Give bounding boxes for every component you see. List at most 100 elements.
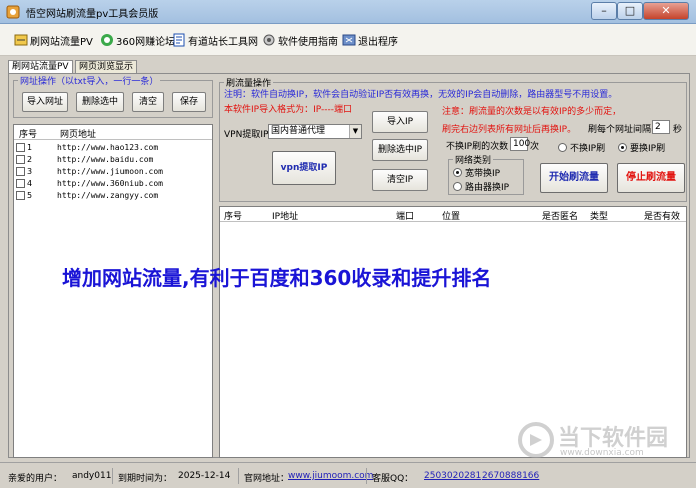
url-operations-group: 网址操作（以txt导入，一行一条） 导入网址 删除选中 清空 保存 <box>13 74 213 118</box>
watermark-sub: www.downxia.com <box>560 448 644 458</box>
toolbar-item-label: 软件使用指南 <box>278 36 338 48</box>
toolbar-item-label: 有道站长工具网 <box>188 36 258 48</box>
count-input[interactable]: 100 <box>510 137 530 151</box>
interval-input[interactable]: 2 <box>652 120 670 134</box>
row-url: http://www.jiumoon.com <box>57 167 163 176</box>
expire-label: 到期时间为： <box>118 474 173 484</box>
toolbar-item-forum[interactable]: 360网赚论坛 <box>100 32 175 48</box>
clear-urls-button[interactable]: 清空 <box>132 92 164 112</box>
radio-dot[interactable] <box>453 182 462 191</box>
col-location: 位置 <box>442 212 461 222</box>
close-button[interactable]: ✕ <box>643 2 689 20</box>
col-num: 序号 <box>19 130 38 140</box>
col-url: 网页地址 <box>60 130 97 140</box>
row-checkbox[interactable] <box>16 179 25 188</box>
qq-label: 客服QQ： <box>372 474 414 484</box>
promo-text: 增加网站流量,有利于百度和360收录和提升排名 <box>62 266 492 290</box>
save-urls-button[interactable]: 保存 <box>172 92 206 112</box>
toolbar-item-label: 刷网站流量PV <box>30 36 93 48</box>
row-url: http://www.hao123.com <box>57 143 159 152</box>
import-ip-button[interactable]: 导入IP <box>372 111 428 133</box>
row-checkbox[interactable] <box>16 143 25 152</box>
row-checkbox[interactable] <box>16 167 25 176</box>
note-attention: 注意：刷流量的次数是以有效IP的多少而定， <box>442 107 622 117</box>
radio-broadband[interactable]: 宽带换IP <box>453 166 500 179</box>
url-list[interactable]: 序号 网页地址 1 http://www.hao123.com 2 http:/… <box>13 124 213 458</box>
title-bar: 悟空网站刷流量pv工具会员版 – □ ✕ <box>0 0 696 24</box>
traffic-operations-group: 刷流量操作 注明：软件自动换IP，软件会自动验证IP否有效再换，无效的IP会自动… <box>219 76 687 202</box>
row-checkbox[interactable] <box>16 191 25 200</box>
status-divider <box>238 468 239 484</box>
row-url: http://www.360niub.com <box>57 179 163 188</box>
app-icon <box>6 5 20 19</box>
row-num: 5 <box>27 191 33 200</box>
vpn-proxy-select[interactable]: 国内普通代理 ▼ <box>268 124 362 139</box>
qq-link-1[interactable]: 2503020281 <box>424 471 481 481</box>
status-divider <box>112 468 113 484</box>
toolbar-item-traffic[interactable]: 刷网站流量PV <box>14 32 93 48</box>
toolbar-item-guide[interactable]: 软件使用指南 <box>262 32 338 48</box>
col-ip-num: 序号 <box>224 212 243 222</box>
toolbar: 刷网站流量PV 360网赚论坛 有道站长工具网 软件使用指南 退出程序 <box>0 24 696 56</box>
refresh-icon <box>14 34 28 46</box>
status-bar: 亲爱的用户： andy011 到期时间为： 2025-12-14 官网地址： w… <box>0 462 696 488</box>
toolbar-item-label: 360网赚论坛 <box>116 36 176 48</box>
row-num: 4 <box>27 179 33 188</box>
window-title: 悟空网站刷流量pv工具会员版 <box>26 9 159 20</box>
user-value: andy011 <box>72 471 112 481</box>
site-label: 官网地址： <box>244 474 290 484</box>
watermark-logo-icon <box>518 422 554 458</box>
toolbar-item-label: 退出程序 <box>358 36 398 48</box>
vpn-label: VPN提取IP <box>224 130 269 140</box>
maximize-button[interactable]: □ <box>617 2 643 20</box>
note-import-format: 本软件IP导入格式为：IP----端口 <box>224 105 352 115</box>
watermark: 当下软件园 www.downxia.com <box>510 420 680 460</box>
count-unit: 次 <box>530 142 540 152</box>
clear-ip-button[interactable]: 清空IP <box>372 169 428 191</box>
url-list-header: 序号 网页地址 <box>14 125 212 140</box>
row-url: http://www.zangyy.com <box>57 191 159 200</box>
radio-change-ip[interactable]: 要换IP刷 <box>618 141 665 154</box>
radio-dot[interactable] <box>558 143 567 152</box>
stop-traffic-button[interactable]: 停止刷流量 <box>617 163 685 193</box>
youdao-icon <box>173 33 185 47</box>
radio-router[interactable]: 路由器换IP <box>453 180 509 193</box>
radio-dot[interactable] <box>618 143 627 152</box>
status-divider <box>366 468 367 484</box>
vpn-selected-value: 国内普通代理 <box>271 126 326 136</box>
row-num: 2 <box>27 155 33 164</box>
chevron-down-icon[interactable]: ▼ <box>349 125 361 138</box>
ip-table-header: 序号 IP地址 端口 位置 是否匿名 类型 是否有效 <box>220 207 686 222</box>
delete-selected-ip-button[interactable]: 删除选中IP <box>372 139 428 161</box>
row-checkbox[interactable] <box>16 155 25 164</box>
tab-browser[interactable]: 网页浏览显示 <box>75 60 138 74</box>
qq-link-2[interactable]: 2670888166 <box>482 471 539 481</box>
radio-label: 路由器换IP <box>465 183 510 193</box>
vpn-extract-ip-button[interactable]: vpn提取IP <box>272 151 336 185</box>
toolbar-item-exit[interactable]: 退出程序 <box>342 32 398 48</box>
row-num: 1 <box>27 143 33 152</box>
minimize-button[interactable]: – <box>591 2 617 20</box>
guide-icon <box>263 34 275 46</box>
radio-dot[interactable] <box>453 168 462 177</box>
col-ip-address: IP地址 <box>272 212 299 222</box>
network-type-group: 网络类别 宽带换IP 路由器换IP <box>448 153 524 195</box>
site-link[interactable]: www.jiumoom.com <box>288 471 373 481</box>
note-auto-ip: 注明：软件自动换IP，软件会自动验证IP否有效再换，无效的IP会自动删除，路由器… <box>224 90 618 100</box>
import-urls-button[interactable]: 导入网址 <box>22 92 68 112</box>
network-type-title: 网络类别 <box>453 153 494 166</box>
toolbar-item-youdao[interactable]: 有道站长工具网 <box>172 32 258 48</box>
radio-no-ip-change[interactable]: 不换IP刷 <box>558 141 605 154</box>
delete-selected-button[interactable]: 删除选中 <box>76 92 124 112</box>
360-icon <box>101 34 113 46</box>
row-url: http://www.baidu.com <box>57 155 154 164</box>
radio-label: 不换IP刷 <box>570 144 606 154</box>
start-traffic-button[interactable]: 开始刷流量 <box>540 163 608 193</box>
col-anonymous: 是否匿名 <box>542 212 579 222</box>
user-label: 亲爱的用户： <box>8 474 63 484</box>
col-valid: 是否有效 <box>644 212 681 222</box>
exit-icon <box>342 34 356 46</box>
radio-label: 要换IP刷 <box>630 144 666 154</box>
url-group-title: 网址操作 <box>20 77 57 87</box>
row-num: 3 <box>27 167 33 176</box>
